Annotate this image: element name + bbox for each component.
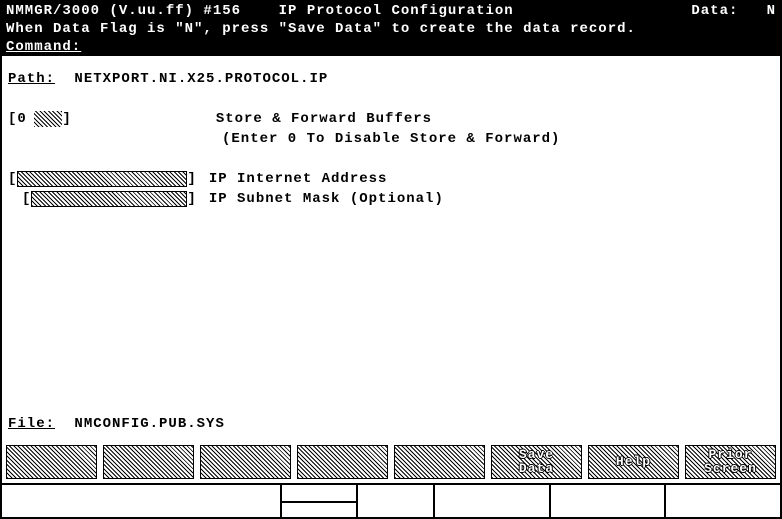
subnet-label: IP Subnet Mask (Optional): [209, 191, 444, 207]
command-label: Command:: [6, 39, 81, 55]
status-line: [2, 483, 780, 517]
status-cell-4: [551, 485, 667, 517]
fkey-1[interactable]: [6, 445, 97, 479]
status-cell-5: [666, 485, 780, 517]
fkey-7-help[interactable]: Help: [588, 445, 679, 479]
title-bar: NMMGR/3000 (V.uu.ff) #156 IP Protocol Co…: [2, 2, 780, 20]
status-cell-1: [2, 485, 282, 517]
fkey-8-line2: Screen: [704, 462, 757, 476]
file-value: NMCONFIG.PUB.SYS: [74, 416, 224, 432]
main-area: Path: NETXPORT.NI.X25.PROTOCOL.IP [] Sto…: [2, 56, 780, 443]
fkey-5[interactable]: [394, 445, 485, 479]
message-bar: When Data Flag is "N", press "Save Data"…: [2, 20, 780, 38]
data-flag-value: N: [767, 3, 776, 19]
fkey-3[interactable]: [200, 445, 291, 479]
fkey-6-line1: Save: [519, 448, 554, 462]
path-label: Path:: [8, 71, 55, 87]
data-flag-label: Data:: [691, 3, 738, 19]
buffers-field[interactable]: []: [8, 111, 72, 127]
function-key-row: Save Data Help Prior Screen: [2, 443, 780, 483]
screen-title: IP Protocol Configuration: [279, 3, 514, 19]
buffers-input[interactable]: [17, 111, 35, 127]
fkey-4[interactable]: [297, 445, 388, 479]
fkey-7-label: Help: [616, 455, 651, 469]
path-value: NETXPORT.NI.X25.PROTOCOL.IP: [74, 71, 328, 87]
command-bar[interactable]: Command:: [2, 38, 780, 56]
fkey-6-save-data[interactable]: Save Data: [491, 445, 582, 479]
fkey-8-line1: Prior: [708, 448, 752, 462]
app-name: NMMGR/3000 (V.uu.ff) #156: [6, 3, 241, 19]
fkey-6-line2: Data: [519, 462, 554, 476]
ip-address-label: IP Internet Address: [209, 171, 388, 187]
file-label: File:: [8, 416, 55, 432]
buffers-label: Store & Forward Buffers: [216, 111, 432, 127]
ip-address-field[interactable]: []: [8, 171, 197, 187]
fkey-2[interactable]: [103, 445, 194, 479]
subnet-field[interactable]: []: [22, 191, 197, 207]
fkey-8-prior-screen[interactable]: Prior Screen: [685, 445, 776, 479]
status-cell-3: [435, 485, 551, 517]
status-cell-2: [282, 485, 435, 517]
message-text: When Data Flag is "N", press "Save Data"…: [6, 21, 636, 37]
buffers-hint: (Enter 0 To Disable Store & Forward): [222, 131, 560, 147]
